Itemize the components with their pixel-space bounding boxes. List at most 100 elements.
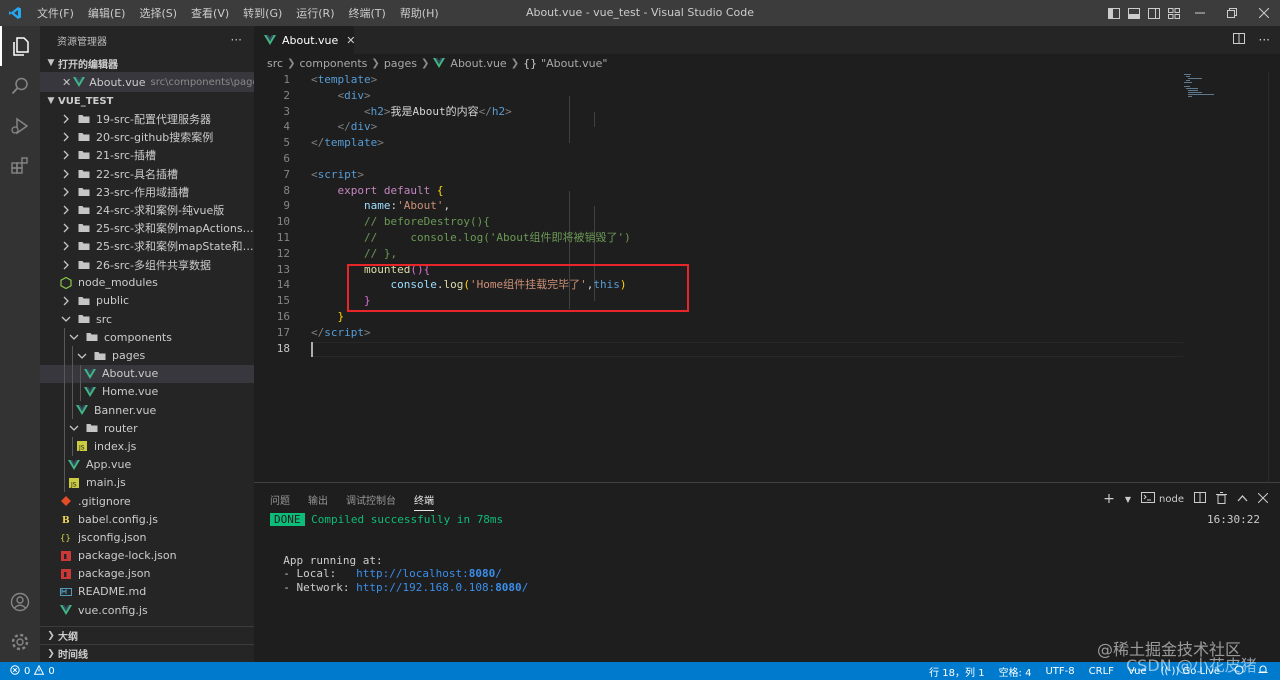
tree-item[interactable]: 23-src-作用域插槽 <box>40 183 254 201</box>
timeline-section[interactable]: ❯ 时间线 <box>40 644 254 662</box>
tab-problems[interactable]: 问题 <box>270 492 290 507</box>
customize-layout-icon[interactable] <box>1164 0 1184 26</box>
tree-item[interactable]: App.vue <box>40 455 254 474</box>
terminal-shell-name[interactable]: node <box>1159 494 1184 505</box>
tab-output[interactable]: 输出 <box>308 492 328 507</box>
menu-terminal[interactable]: 终端(T) <box>342 5 393 21</box>
settings-gear-icon[interactable] <box>0 622 40 662</box>
chevron-right-icon: ❯ <box>371 57 380 69</box>
encoding[interactable]: UTF-8 <box>1045 666 1074 677</box>
tree-item[interactable]: 22-src-具名插槽 <box>40 165 254 183</box>
more-actions-icon[interactable]: ··· <box>231 33 242 47</box>
tree-item[interactable]: 26-src-多组件共享数据 <box>40 256 254 274</box>
activity-bar <box>0 26 40 662</box>
menu-view[interactable]: 查看(V) <box>184 5 236 21</box>
minimize-icon[interactable] <box>1184 0 1216 26</box>
breadcrumb-components[interactable]: components <box>299 57 367 70</box>
menu-help[interactable]: 帮助(H) <box>393 5 446 21</box>
tab-about-vue[interactable]: About.vue ✕ <box>254 26 356 54</box>
token: > <box>364 88 371 102</box>
open-editor-item[interactable]: ✕ About.vue src\components\pages <box>40 72 254 92</box>
breadcrumb-symbol[interactable]: "About.vue" <box>541 57 607 70</box>
trash-icon[interactable] <box>1216 491 1227 507</box>
menu-selection[interactable]: 选择(S) <box>132 5 184 21</box>
problems-status[interactable]: 0 0 <box>0 664 55 678</box>
close-tab-icon[interactable]: ✕ <box>346 34 355 47</box>
toggle-panel-icon[interactable] <box>1124 0 1144 26</box>
breadcrumb-file[interactable]: About.vue <box>450 57 506 70</box>
tree-item[interactable]: public <box>40 292 254 310</box>
restore-icon[interactable] <box>1216 0 1248 26</box>
explorer-icon[interactable] <box>0 26 40 66</box>
tree-item[interactable]: 21-src-插槽 <box>40 146 254 164</box>
tree-item[interactable]: package-lock.json <box>40 547 254 565</box>
menu-file[interactable]: 文件(F) <box>30 5 81 21</box>
close-window-icon[interactable] <box>1248 0 1280 26</box>
tree-item[interactable]: JS main.js <box>40 473 254 492</box>
tree-item[interactable]: src <box>40 310 254 328</box>
tree-item[interactable]: 20-src-github搜索案例 <box>40 128 254 146</box>
search-icon[interactable] <box>0 66 40 106</box>
tree-item[interactable]: About.vue <box>40 364 254 383</box>
tree-item[interactable]: 19-src-配置代理服务器 <box>40 110 254 128</box>
tree-item[interactable]: package.json <box>40 565 254 583</box>
indentation[interactable]: 空格: 4 <box>999 664 1032 679</box>
done-badge: DONE <box>270 513 305 526</box>
project-section[interactable]: ▼ VUE_TEST <box>40 92 254 110</box>
minimap[interactable] <box>1184 72 1224 102</box>
tree-item[interactable]: node_modules <box>40 274 254 292</box>
tree-item-label: jsconfig.json <box>78 530 147 544</box>
chevron-down-icon[interactable]: ▼ <box>1125 495 1131 504</box>
tree-item[interactable]: 25-src-求和案例mapState和map... <box>40 237 254 255</box>
tree-item[interactable]: vue.config.js <box>40 601 254 619</box>
outline-section[interactable]: ❯ 大纲 <box>40 626 254 644</box>
tree-item[interactable]: 25-src-求和案例mapActions和ma... <box>40 219 254 237</box>
tree-item[interactable]: README.md <box>40 583 254 601</box>
local-url[interactable]: http://localhost:8080/ <box>356 567 502 580</box>
tree-item[interactable]: components <box>40 328 254 347</box>
extensions-icon[interactable] <box>0 146 40 186</box>
editor-scrollbar[interactable] <box>1268 72 1280 482</box>
split-editor-icon[interactable] <box>1232 33 1245 47</box>
tree-item[interactable]: Bbabel.config.js <box>40 510 254 528</box>
vue-file-icon <box>82 367 98 381</box>
toggle-secondary-sidebar-icon[interactable] <box>1144 0 1164 26</box>
tree-item[interactable]: .gitignore <box>40 492 254 510</box>
tree-item[interactable]: {} jsconfig.json <box>40 528 254 546</box>
tree-item[interactable]: Banner.vue <box>40 401 254 420</box>
menu-edit[interactable]: 编辑(E) <box>81 5 133 21</box>
close-panel-icon[interactable] <box>1257 492 1269 506</box>
menu-run[interactable]: 运行(R) <box>289 5 341 21</box>
notifications-bell-icon[interactable] <box>1258 664 1268 678</box>
breadcrumb-pages[interactable]: pages <box>384 57 417 70</box>
tab-debug-console[interactable]: 调试控制台 <box>346 492 396 507</box>
menu-go[interactable]: 转到(G) <box>236 5 289 21</box>
chevron-down-icon <box>66 330 82 344</box>
run-debug-icon[interactable] <box>0 106 40 146</box>
open-editors-section[interactable]: ▼ 打开的编辑器 <box>40 54 254 72</box>
new-terminal-icon[interactable]: + <box>1103 491 1115 507</box>
toggle-sidebar-icon[interactable] <box>1104 0 1124 26</box>
tree-item[interactable]: JS index.js <box>40 437 254 456</box>
split-terminal-icon[interactable] <box>1194 492 1206 506</box>
tree-item[interactable]: Home.vue <box>40 382 254 401</box>
cursor-position[interactable]: 行 18，列 1 <box>929 664 984 679</box>
token: script <box>317 167 358 181</box>
chevron-up-icon[interactable] <box>1237 494 1248 505</box>
indent-guide <box>569 95 570 144</box>
tree-item[interactable]: router <box>40 419 254 438</box>
terminal-output[interactable]: DONE Compiled successfully in 78ms 16:30:… <box>270 513 1270 594</box>
tree-item[interactable]: pages <box>40 346 254 365</box>
tree-item[interactable]: 24-src-求和案例-纯vue版 <box>40 201 254 219</box>
line-ending[interactable]: CRLF <box>1089 666 1114 677</box>
network-url[interactable]: http://192.168.0.108:8080/ <box>356 581 528 594</box>
tree-item-label: Home.vue <box>102 385 159 399</box>
account-icon[interactable] <box>0 582 40 622</box>
close-editor-icon[interactable]: ✕ <box>62 76 71 89</box>
chevron-right-icon: ❯ <box>510 57 520 69</box>
chevron-right-icon <box>58 112 74 126</box>
folder-icon <box>76 294 92 308</box>
more-actions-icon[interactable]: ··· <box>1259 33 1270 47</box>
breadcrumb-src[interactable]: src <box>267 57 283 70</box>
tab-terminal[interactable]: 终端 <box>414 492 434 511</box>
